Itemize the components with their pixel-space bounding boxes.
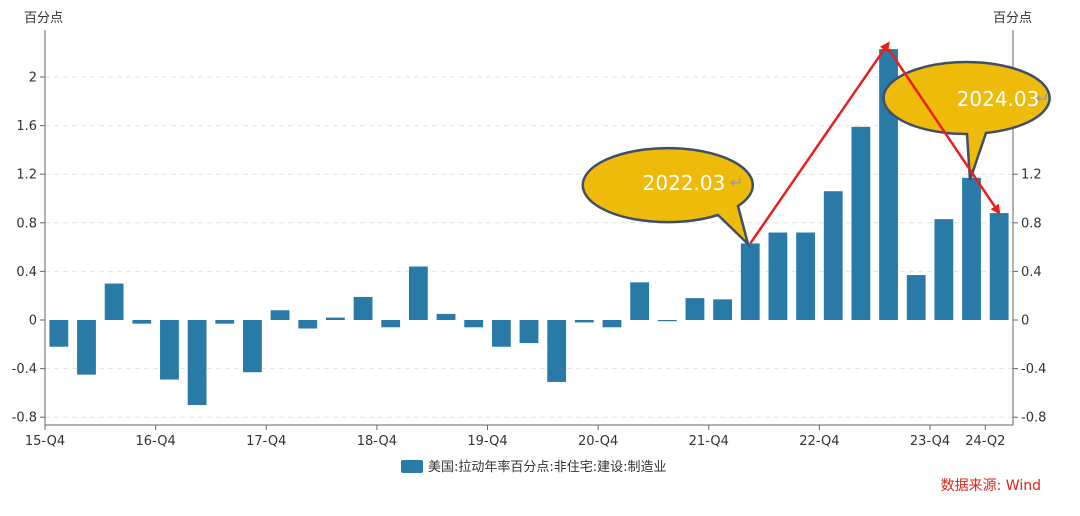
bar [768,232,788,320]
bar [353,296,373,320]
y-axis-right-ticks: -0.8 -0.4 0 0.4 0.8 1.2 [1013,168,1046,426]
bar [740,243,760,320]
callout-2022-03: 2022.03 ↵ [581,146,754,249]
bar [464,320,484,328]
bar [298,320,318,329]
x-tick-label: 22-Q4 [799,434,839,449]
bar [602,320,622,328]
callout-return-mark: ↵ [730,173,743,192]
bar [270,310,290,320]
y-tick-label: 2 [29,71,37,86]
callout-label: 2022.03 [643,171,726,195]
bar [796,232,815,320]
bar [436,313,456,320]
y-tick-label-right: -0.4 [1021,362,1046,377]
legend-label: 美国:拉动年率百分点:非住宅:建设:制造业 [428,459,667,475]
callout-label: 2024.03 [957,87,1040,111]
y-tick-label-right: -0.8 [1021,411,1046,426]
callout-bubble [581,146,754,249]
y-tick-label: 0 [29,314,37,329]
left-unit-label: 百分点 [24,11,63,26]
y-tick-label: 1.2 [16,168,37,183]
bar [962,177,981,320]
y-tick-label: 0.8 [16,216,37,231]
y-tick-label-right: 0 [1021,314,1029,329]
x-tick-label: 18-Q4 [357,434,397,449]
legend-swatch [401,460,423,473]
x-tick-label: 24-Q2 [965,434,1005,449]
bar [685,298,705,320]
y-tick-label-right: 0.4 [1021,265,1042,280]
bar [243,320,262,373]
bar [325,317,345,320]
x-tick-label: 20-Q4 [578,434,618,449]
bar-series [49,49,1009,406]
bar [630,282,650,320]
y-tick-label: 0.4 [16,265,37,280]
bar [408,266,428,320]
x-tick-label: 21-Q4 [689,434,729,449]
bar [491,320,511,347]
right-unit-label: 百分点 [993,11,1032,26]
x-axis-ticks: 15-Q4 16-Q4 17-Q4 18-Q4 19-Q4 20-Q4 21-Q4 22-Q4… [25,425,1005,449]
bar [657,320,677,322]
bar [381,320,401,328]
x-tick-label: 16-Q4 [136,434,176,449]
x-tick-label: 23-Q4 [910,434,950,449]
chart: 百分点 百分点 -0.8 -0.4 0 0.4 0.8 1.2 1.6 2 -0.8 -0.4 0… [12,11,1051,494]
legend: 美国:拉动年率百分点:非住宅:建设:制造业 [401,459,667,475]
bar [574,320,594,323]
bar [519,320,539,344]
bar [823,191,843,320]
x-tick-label: 19-Q4 [467,434,507,449]
y-axis-left-ticks: -0.8 -0.4 0 0.4 0.8 1.2 1.6 2 [12,71,45,426]
bar [989,213,1009,320]
bar [187,320,207,406]
callout-return-mark: ↵ [1036,89,1049,108]
bar [934,219,954,320]
bar [49,320,69,347]
bar [104,283,124,320]
x-tick-label: 15-Q4 [25,434,65,449]
bar [547,320,567,382]
y-tick-label: -0.4 [12,362,37,377]
source-note: 数据来源: Wind [941,478,1041,494]
y-tick-label-right: 1.2 [1021,168,1042,183]
y-tick-label: -0.8 [12,411,37,426]
bar [160,320,179,380]
y-tick-label: 1.6 [16,119,37,134]
bar [906,275,926,320]
bar [132,320,152,324]
bar [215,320,235,324]
bar [713,299,733,320]
x-tick-label: 17-Q4 [246,434,286,449]
bar [77,320,96,375]
y-tick-label-right: 0.8 [1021,216,1042,231]
bar [851,126,871,320]
